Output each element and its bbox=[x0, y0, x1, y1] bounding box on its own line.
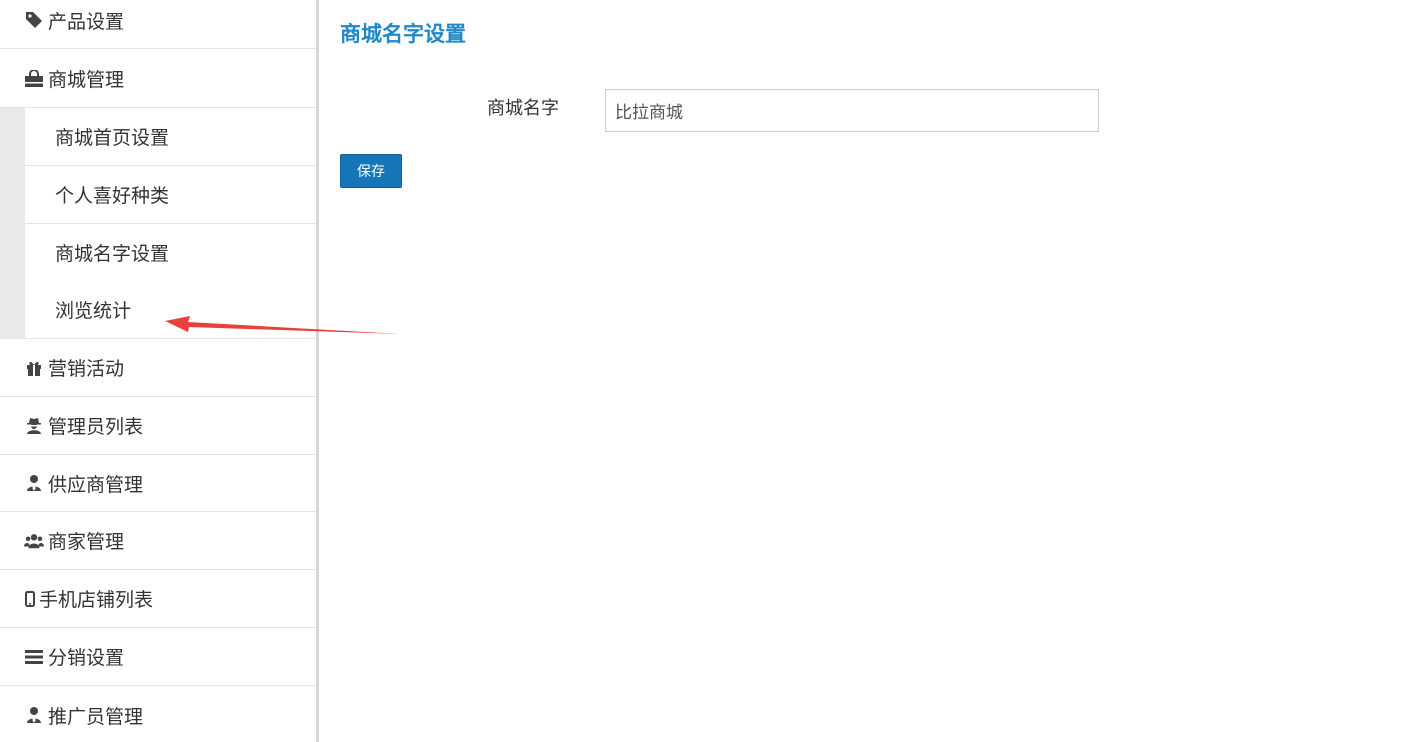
sidebar-item-label: 推广员管理 bbox=[48, 705, 144, 728]
user-secret-icon bbox=[24, 416, 44, 436]
mall-management-submenu: 商城首页设置 个人喜好种类 商城名字设置 浏览统计 bbox=[0, 108, 316, 339]
mobile-icon bbox=[24, 589, 36, 609]
sidebar-subitem-label: 商城首页设置 bbox=[55, 127, 170, 149]
sidebar-item-distribution-settings[interactable]: 分销设置 bbox=[0, 628, 316, 686]
save-button[interactable]: 保存 bbox=[340, 154, 402, 188]
sidebar-item-product-settings[interactable]: 产品设置 bbox=[0, 0, 316, 49]
sidebar-subitem-preference-categories[interactable]: 个人喜好种类 bbox=[25, 166, 316, 224]
sidebar-item-label: 分销设置 bbox=[48, 647, 125, 669]
menu-bars-icon bbox=[24, 647, 44, 667]
sidebar-item-label: 商家管理 bbox=[48, 531, 125, 553]
sidebar-item-label: 营销活动 bbox=[48, 358, 125, 380]
page-title: 商城名字设置 bbox=[340, 22, 466, 46]
mall-name-label: 商城名字 bbox=[487, 98, 559, 119]
sidebar-subitem-browse-statistics[interactable]: 浏览统计 bbox=[25, 281, 316, 339]
sidebar-item-label: 供应商管理 bbox=[48, 473, 144, 496]
sidebar-item-marketing[interactable]: 营销活动 bbox=[0, 339, 316, 397]
shopping-bag-icon bbox=[24, 69, 44, 89]
mall-name-input[interactable] bbox=[605, 89, 1099, 132]
sidebar-item-label: 管理员列表 bbox=[48, 416, 144, 438]
sidebar-item-promoter-management[interactable]: 推广员管理 bbox=[0, 686, 316, 742]
sidebar-item-label: 产品设置 bbox=[48, 10, 125, 33]
sidebar-item-label: 手机店铺列表 bbox=[39, 589, 154, 611]
sidebar-subitem-label: 个人喜好种类 bbox=[55, 185, 170, 207]
sidebar-subitem-home-settings[interactable]: 商城首页设置 bbox=[25, 108, 316, 166]
sidebar-subitem-label: 浏览统计 bbox=[55, 300, 132, 322]
sidebar-item-admin-list[interactable]: 管理员列表 bbox=[0, 397, 316, 455]
sidebar-subitem-label: 商城名字设置 bbox=[55, 243, 170, 265]
sidebar-item-mobile-store-list[interactable]: 手机店铺列表 bbox=[0, 570, 316, 628]
sidebar: 产品设置 商城管理 商城首页设置 个人喜好种类 商城名字设置 浏览统计 营销活动… bbox=[0, 0, 319, 742]
user-tie-icon bbox=[24, 705, 44, 725]
main-content: 商城名字设置 商城名字 保存 bbox=[319, 0, 1427, 742]
app-window: 产品设置 商城管理 商城首页设置 个人喜好种类 商城名字设置 浏览统计 营销活动… bbox=[0, 0, 1427, 742]
gift-icon bbox=[24, 358, 44, 378]
sidebar-item-supplier-management[interactable]: 供应商管理 bbox=[0, 455, 316, 512]
sidebar-subitem-mall-name-settings[interactable]: 商城名字设置 bbox=[25, 224, 316, 282]
sidebar-item-merchant-management[interactable]: 商家管理 bbox=[0, 512, 316, 570]
sidebar-item-mall-management[interactable]: 商城管理 bbox=[0, 50, 316, 108]
tag-icon bbox=[24, 10, 44, 30]
user-tie-icon bbox=[24, 473, 44, 493]
users-icon bbox=[24, 531, 44, 551]
sidebar-item-label: 商城管理 bbox=[48, 69, 125, 91]
